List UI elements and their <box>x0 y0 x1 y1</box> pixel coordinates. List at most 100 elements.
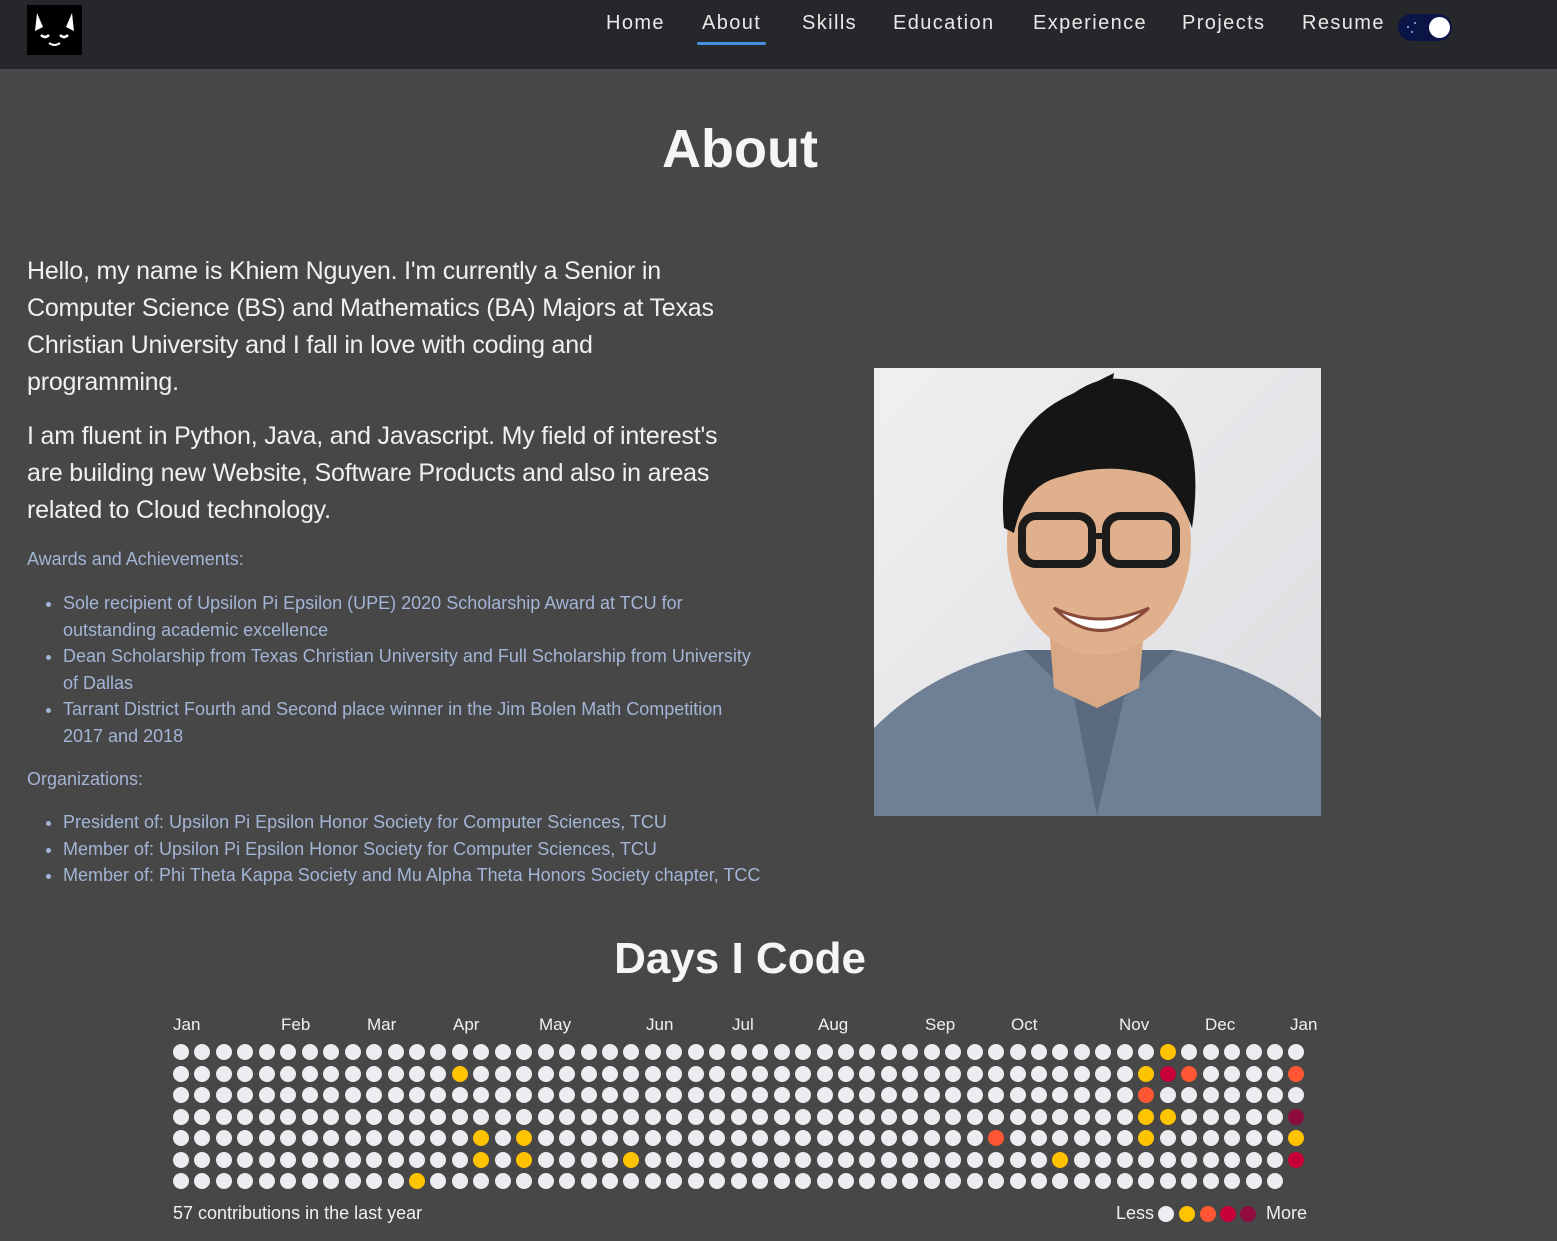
contribution-day[interactable] <box>1202 1130 1219 1146</box>
contribution-day[interactable] <box>880 1173 897 1189</box>
contribution-day[interactable] <box>902 1173 919 1189</box>
contribution-day[interactable] <box>795 1173 812 1189</box>
contribution-day[interactable] <box>687 1173 704 1189</box>
contribution-day[interactable] <box>666 1130 683 1146</box>
contribution-day[interactable] <box>430 1151 447 1168</box>
contribution-day[interactable] <box>945 1130 962 1146</box>
contribution-day[interactable] <box>816 1108 833 1125</box>
contribution-day[interactable] <box>1138 1173 1155 1189</box>
nav-about[interactable]: About <box>696 12 767 45</box>
contribution-day[interactable] <box>859 1065 876 1082</box>
contribution-day[interactable] <box>1073 1151 1090 1168</box>
contribution-day[interactable] <box>215 1044 232 1060</box>
contribution-day[interactable] <box>1159 1130 1176 1146</box>
contribution-day[interactable] <box>709 1087 726 1103</box>
contribution-day[interactable] <box>215 1130 232 1146</box>
contribution-day[interactable] <box>666 1151 683 1168</box>
contribution-day[interactable] <box>709 1130 726 1146</box>
contribution-day[interactable] <box>1245 1065 1262 1082</box>
contribution-day[interactable] <box>344 1130 361 1146</box>
contribution-day[interactable] <box>709 1044 726 1060</box>
contribution-day[interactable] <box>687 1108 704 1125</box>
contribution-day[interactable] <box>730 1108 747 1125</box>
contribution-day[interactable] <box>537 1044 554 1060</box>
contribution-day[interactable] <box>301 1130 318 1146</box>
contribution-day[interactable] <box>773 1130 790 1146</box>
contribution-day[interactable] <box>1138 1065 1155 1082</box>
contribution-day[interactable] <box>945 1108 962 1125</box>
contribution-day[interactable] <box>516 1087 533 1103</box>
contribution-day[interactable] <box>237 1087 254 1103</box>
contribution-day[interactable] <box>366 1151 383 1168</box>
contribution-day[interactable] <box>194 1065 211 1082</box>
contribution-day[interactable] <box>730 1044 747 1060</box>
contribution-day[interactable] <box>1052 1087 1069 1103</box>
contribution-day[interactable] <box>602 1151 618 1168</box>
contribution-day[interactable] <box>1181 1087 1198 1103</box>
contribution-day[interactable] <box>902 1044 919 1060</box>
contribution-day[interactable] <box>344 1173 361 1189</box>
contribution-day[interactable] <box>366 1130 383 1146</box>
contribution-day[interactable] <box>859 1151 876 1168</box>
contribution-day[interactable] <box>408 1087 425 1103</box>
nav-resume[interactable]: Resume <box>1302 12 1385 42</box>
contribution-day[interactable] <box>1224 1173 1241 1189</box>
contribution-day[interactable] <box>1116 1151 1133 1168</box>
contribution-day[interactable] <box>1095 1173 1112 1189</box>
contribution-day[interactable] <box>1052 1151 1069 1168</box>
contribution-day[interactable] <box>880 1130 897 1146</box>
contribution-day[interactable] <box>1245 1044 1262 1060</box>
contribution-day[interactable] <box>730 1087 747 1103</box>
contribution-day[interactable] <box>559 1108 576 1125</box>
contribution-day[interactable] <box>408 1044 425 1060</box>
contribution-day[interactable] <box>1266 1087 1283 1103</box>
contribution-day[interactable] <box>1288 1108 1305 1125</box>
contribution-day[interactable] <box>752 1173 769 1189</box>
contribution-day[interactable] <box>194 1108 211 1125</box>
contribution-day[interactable] <box>1052 1065 1069 1082</box>
contribution-day[interactable] <box>344 1108 361 1125</box>
contribution-day[interactable] <box>1159 1087 1176 1103</box>
contribution-day[interactable] <box>215 1173 232 1189</box>
contribution-day[interactable] <box>687 1130 704 1146</box>
contribution-day[interactable] <box>537 1173 554 1189</box>
contribution-day[interactable] <box>709 1065 726 1082</box>
contribution-day[interactable] <box>644 1065 661 1082</box>
contribution-day[interactable] <box>173 1173 189 1189</box>
contribution-day[interactable] <box>602 1173 618 1189</box>
contribution-day[interactable] <box>837 1065 854 1082</box>
contribution-day[interactable] <box>602 1130 618 1146</box>
nav-projects[interactable]: Projects <box>1182 12 1265 42</box>
contribution-day[interactable] <box>301 1065 318 1082</box>
nav-experience[interactable]: Experience <box>1033 12 1147 42</box>
contribution-day[interactable] <box>237 1108 254 1125</box>
contribution-day[interactable] <box>1009 1130 1026 1146</box>
contribution-day[interactable] <box>1266 1108 1283 1125</box>
contribution-day[interactable] <box>344 1087 361 1103</box>
contribution-day[interactable] <box>387 1108 404 1125</box>
contribution-day[interactable] <box>730 1151 747 1168</box>
contribution-day[interactable] <box>1052 1108 1069 1125</box>
contribution-day[interactable] <box>923 1044 940 1060</box>
contribution-day[interactable] <box>1095 1065 1112 1082</box>
nav-education[interactable]: Education <box>893 12 995 42</box>
contribution-day[interactable] <box>623 1065 640 1082</box>
contribution-day[interactable] <box>1138 1151 1155 1168</box>
contribution-day[interactable] <box>988 1087 1005 1103</box>
contribution-day[interactable] <box>773 1108 790 1125</box>
contribution-day[interactable] <box>580 1087 597 1103</box>
contribution-day[interactable] <box>580 1044 597 1060</box>
contribution-day[interactable] <box>1224 1151 1241 1168</box>
contribution-day[interactable] <box>602 1044 618 1060</box>
contribution-day[interactable] <box>773 1087 790 1103</box>
contribution-day[interactable] <box>602 1065 618 1082</box>
contribution-day[interactable] <box>1181 1151 1198 1168</box>
contribution-day[interactable] <box>666 1108 683 1125</box>
contribution-day[interactable] <box>988 1044 1005 1060</box>
contribution-day[interactable] <box>923 1151 940 1168</box>
contribution-day[interactable] <box>859 1173 876 1189</box>
contribution-day[interactable] <box>1052 1130 1069 1146</box>
contribution-day[interactable] <box>644 1151 661 1168</box>
contribution-day[interactable] <box>1073 1044 1090 1060</box>
contribution-day[interactable] <box>258 1065 275 1082</box>
